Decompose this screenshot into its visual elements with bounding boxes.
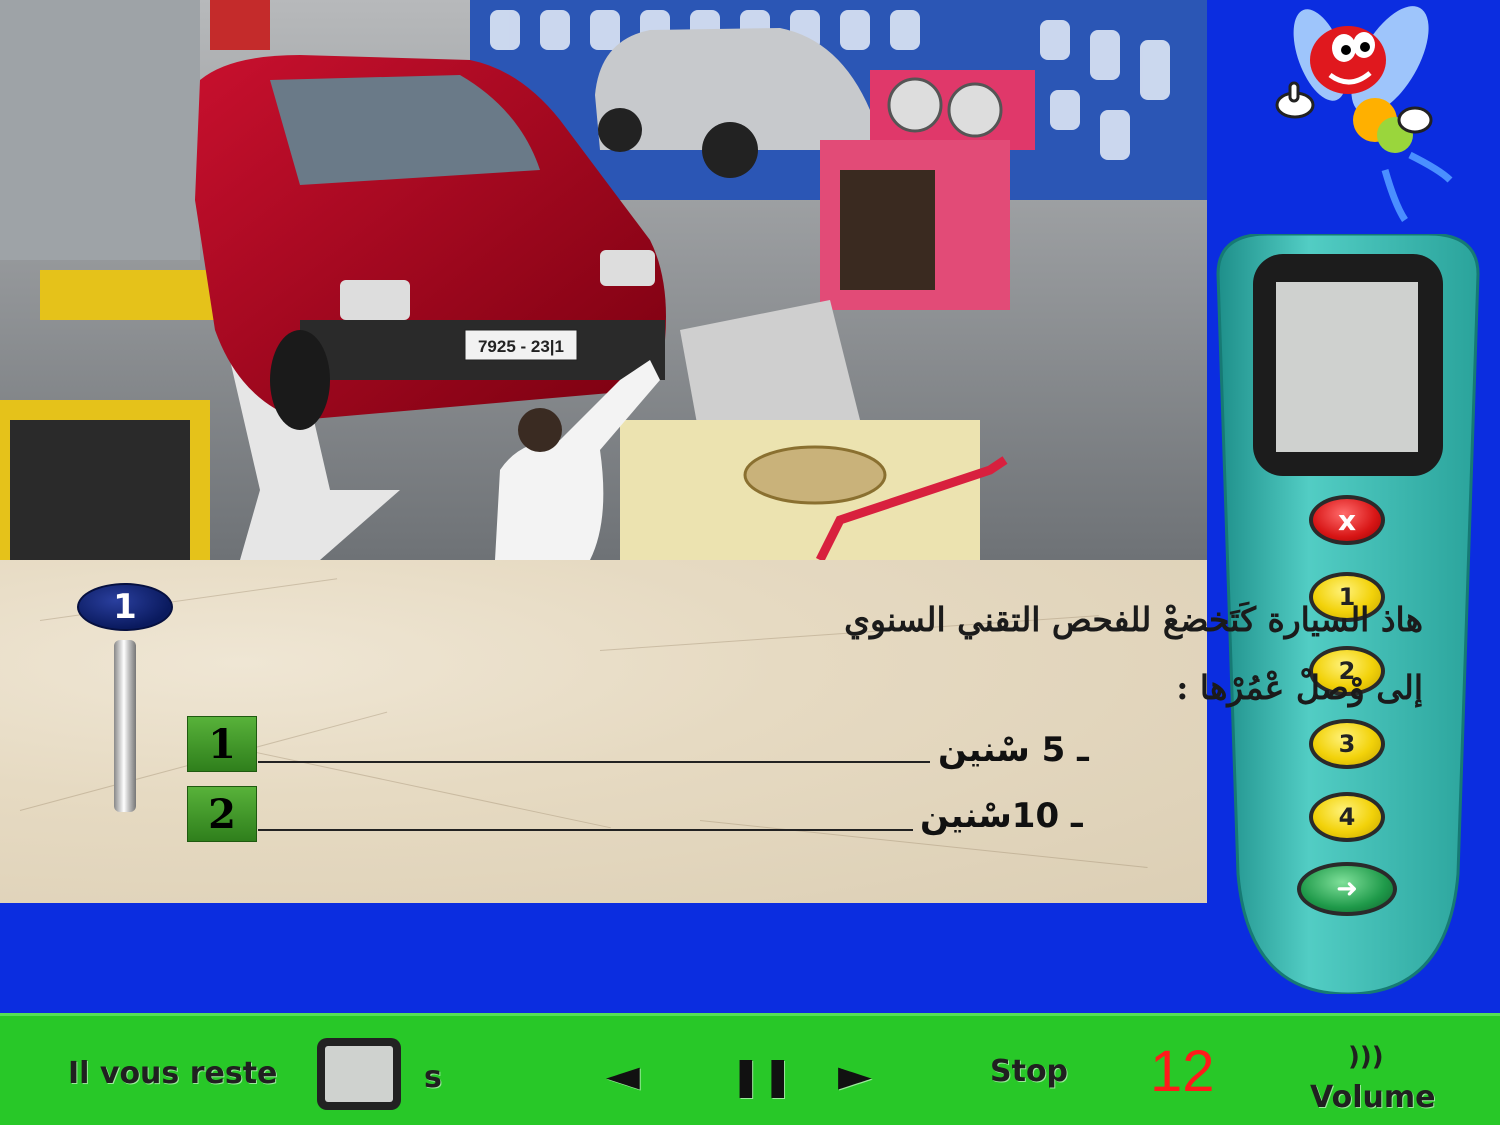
stop-button[interactable]: Stop (990, 1054, 1068, 1089)
license-plate-text: 7925 - 23|1 (478, 337, 564, 356)
timer-display (317, 1038, 401, 1110)
time-remaining-label: Il vous reste (68, 1056, 278, 1091)
pause-button[interactable]: ❚❚ (730, 1054, 794, 1098)
next-icon: ► (838, 1050, 872, 1101)
remote-button-4[interactable]: 4 (1309, 792, 1385, 842)
volume-label: Volume (1310, 1080, 1436, 1115)
seconds-unit-label: s (424, 1060, 442, 1095)
answer-1-leader-line (258, 761, 930, 763)
answer-1-key[interactable]: 1 (187, 716, 257, 772)
answer-2-text[interactable]: ـ 10سْنين (920, 796, 1083, 836)
question-text-line-1: هاذ السيارة كَتَخضعْ للفحص التقني السنوي (844, 600, 1423, 639)
volume-button[interactable]: ))) Volume (1310, 1042, 1460, 1118)
pause-icon: ❚❚ (730, 1054, 794, 1098)
cancel-icon: x (1337, 503, 1357, 537)
next-button[interactable]: ► (838, 1050, 872, 1101)
inspection-scene-image: 7925 - 23|1 (0, 0, 1207, 560)
answer-1-text[interactable]: ـ 5 سْنين (938, 730, 1089, 770)
previous-icon: ◄ (606, 1050, 640, 1101)
remote-cancel-button[interactable]: x (1309, 495, 1385, 545)
previous-button[interactable]: ◄ (606, 1050, 640, 1101)
remote-validate-button[interactable]: ➜ (1297, 862, 1397, 916)
question-photo: 7925 - 23|1 (0, 0, 1207, 560)
question-progress-bar (114, 640, 136, 812)
answer-2-key[interactable]: 2 (187, 786, 257, 842)
question-counter: 12 (1150, 1039, 1215, 1104)
answer-2-leader-line (258, 829, 913, 831)
question-text-line-2: إلى وْصلْ عْمُرْها : (1176, 668, 1423, 707)
question-number-badge: 1 (77, 583, 173, 631)
remote-button-3[interactable]: 3 (1309, 719, 1385, 769)
volume-icon: ))) (1348, 1042, 1384, 1072)
arrow-right-icon: ➜ (1336, 874, 1358, 904)
mascot-fly (1260, 5, 1460, 225)
